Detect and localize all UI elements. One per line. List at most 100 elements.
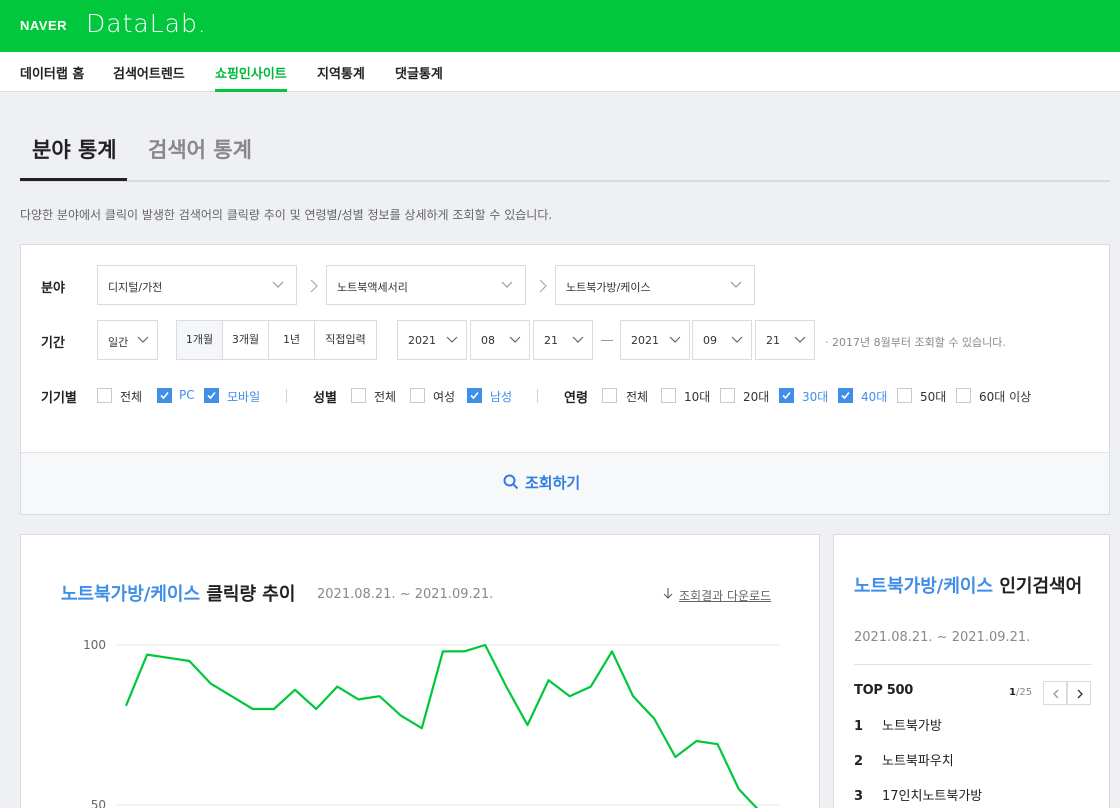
end-day-select[interactable]: 21 <box>755 320 815 360</box>
age-checkbox[interactable] <box>661 388 676 403</box>
data-point[interactable] <box>355 696 361 702</box>
data-point[interactable] <box>165 655 171 661</box>
chevron-left-icon <box>1053 689 1059 699</box>
device-checkbox[interactable] <box>157 388 172 403</box>
chart-title-category: 노트북가방/케이스 <box>61 584 201 605</box>
data-point[interactable] <box>672 754 678 760</box>
nav-comment-stats[interactable]: 댓글통계 <box>395 63 443 82</box>
category2-select[interactable]: 노트북액세서리 <box>326 265 526 305</box>
rank-item[interactable]: 2 노트북파우치 <box>854 750 954 769</box>
age-label[interactable]: 20대 <box>743 388 769 405</box>
data-point[interactable] <box>546 677 552 683</box>
datalab-logo[interactable]: DataLab. <box>86 9 207 38</box>
data-point[interactable] <box>144 652 150 658</box>
download-button[interactable]: 조회결과 다운로드 <box>663 587 771 604</box>
age-checkbox[interactable] <box>720 388 735 403</box>
age-checkbox[interactable] <box>602 388 617 403</box>
data-point[interactable] <box>123 703 129 709</box>
range-1-month-button[interactable]: 1개월 <box>176 320 223 360</box>
age-checkbox[interactable] <box>838 388 853 403</box>
age-label[interactable]: 50대 <box>920 388 946 405</box>
data-point[interactable] <box>482 642 488 648</box>
naver-logo[interactable]: NAVER <box>20 18 67 33</box>
age-label[interactable]: 40대 <box>861 388 887 405</box>
end-month-value: 09 <box>703 334 717 347</box>
data-point[interactable] <box>313 706 319 712</box>
age-label[interactable]: 전체 <box>626 388 648 405</box>
gender-label[interactable]: 남성 <box>490 388 512 405</box>
data-point[interactable] <box>461 648 467 654</box>
age-label[interactable]: 60대 이상 <box>979 388 1031 405</box>
time-unit-select[interactable]: 일간 <box>97 320 158 360</box>
age-label[interactable]: 10대 <box>684 388 710 405</box>
data-point[interactable] <box>567 693 573 699</box>
start-day-select[interactable]: 21 <box>533 320 593 360</box>
age-checkbox[interactable] <box>956 388 971 403</box>
check-icon <box>207 391 216 400</box>
data-point[interactable] <box>334 684 340 690</box>
data-point[interactable] <box>186 658 192 664</box>
end-month-select[interactable]: 09 <box>692 320 752 360</box>
start-month-select[interactable]: 08 <box>470 320 530 360</box>
data-point[interactable] <box>292 687 298 693</box>
category-label: 분야 <box>41 281 65 296</box>
rank-number: 1 <box>854 719 864 734</box>
rank-item[interactable]: 1 노트북가방 <box>854 715 942 734</box>
page-tabs: 분야 통계 검색어 통계 <box>20 118 1110 182</box>
range-1-year-button[interactable]: 1년 <box>268 320 315 360</box>
data-point[interactable] <box>271 706 277 712</box>
data-point[interactable] <box>229 693 235 699</box>
gender-label[interactable]: 여성 <box>433 388 455 405</box>
data-point[interactable] <box>693 738 699 744</box>
range-3-month-button[interactable]: 3개월 <box>222 320 269 360</box>
gender-label[interactable]: 전체 <box>374 388 396 405</box>
next-page-button[interactable] <box>1067 681 1091 705</box>
gender-checkbox[interactable] <box>467 388 482 403</box>
device-checkbox[interactable] <box>204 388 219 403</box>
device-checkbox[interactable] <box>97 388 112 403</box>
data-point[interactable] <box>503 684 509 690</box>
chevron-down-icon <box>501 281 513 288</box>
age-checkbox[interactable] <box>897 388 912 403</box>
device-label[interactable]: PC <box>179 388 195 402</box>
data-point[interactable] <box>208 680 214 686</box>
category1-select[interactable]: 디지털/가전 <box>97 265 297 305</box>
data-point[interactable] <box>651 716 657 722</box>
data-point[interactable] <box>524 722 530 728</box>
age-checkbox[interactable] <box>779 388 794 403</box>
end-year-select[interactable]: 2021 <box>620 320 690 360</box>
device-label[interactable]: 전체 <box>120 388 142 405</box>
data-point[interactable] <box>419 725 425 731</box>
data-point[interactable] <box>715 741 721 747</box>
search-button[interactable]: 조회하기 <box>503 472 580 493</box>
device-label[interactable]: 모바일 <box>227 388 260 405</box>
gender-checkbox[interactable] <box>410 388 425 403</box>
nav-shopping-insight[interactable]: 쇼핑인사이트 <box>215 63 287 82</box>
nav-datalab-home[interactable]: 데이터랩 홈 <box>20 63 84 82</box>
category3-select[interactable]: 노트북가방/케이스 <box>555 265 755 305</box>
data-point[interactable] <box>377 693 383 699</box>
nav-regional-stats[interactable]: 지역통계 <box>317 63 365 82</box>
data-point[interactable] <box>440 648 446 654</box>
data-point[interactable] <box>398 712 404 718</box>
data-point[interactable] <box>630 693 636 699</box>
rank-number: 3 <box>854 789 864 804</box>
prev-page-button[interactable] <box>1043 681 1067 705</box>
start-year-select[interactable]: 2021 <box>397 320 467 360</box>
tab-category-stats[interactable]: 분야 통계 <box>32 134 117 164</box>
download-icon <box>663 588 673 599</box>
age-label[interactable]: 30대 <box>802 388 828 405</box>
nav-search-trend[interactable]: 검색어트렌드 <box>113 63 185 82</box>
chevron-down-icon <box>509 336 521 343</box>
range-separator <box>601 340 613 341</box>
gender-label: 성별 <box>313 391 337 406</box>
data-point[interactable] <box>588 684 594 690</box>
data-point[interactable] <box>250 706 256 712</box>
data-point[interactable] <box>609 648 615 654</box>
range-custom-button[interactable]: 직접입력 <box>314 320 377 360</box>
chart-title-text: 클릭량 추이 <box>206 584 296 605</box>
tab-keyword-stats[interactable]: 검색어 통계 <box>148 134 252 164</box>
gender-checkbox[interactable] <box>351 388 366 403</box>
rank-item[interactable]: 3 17인치노트북가방 <box>854 785 982 804</box>
data-point[interactable] <box>736 786 742 792</box>
